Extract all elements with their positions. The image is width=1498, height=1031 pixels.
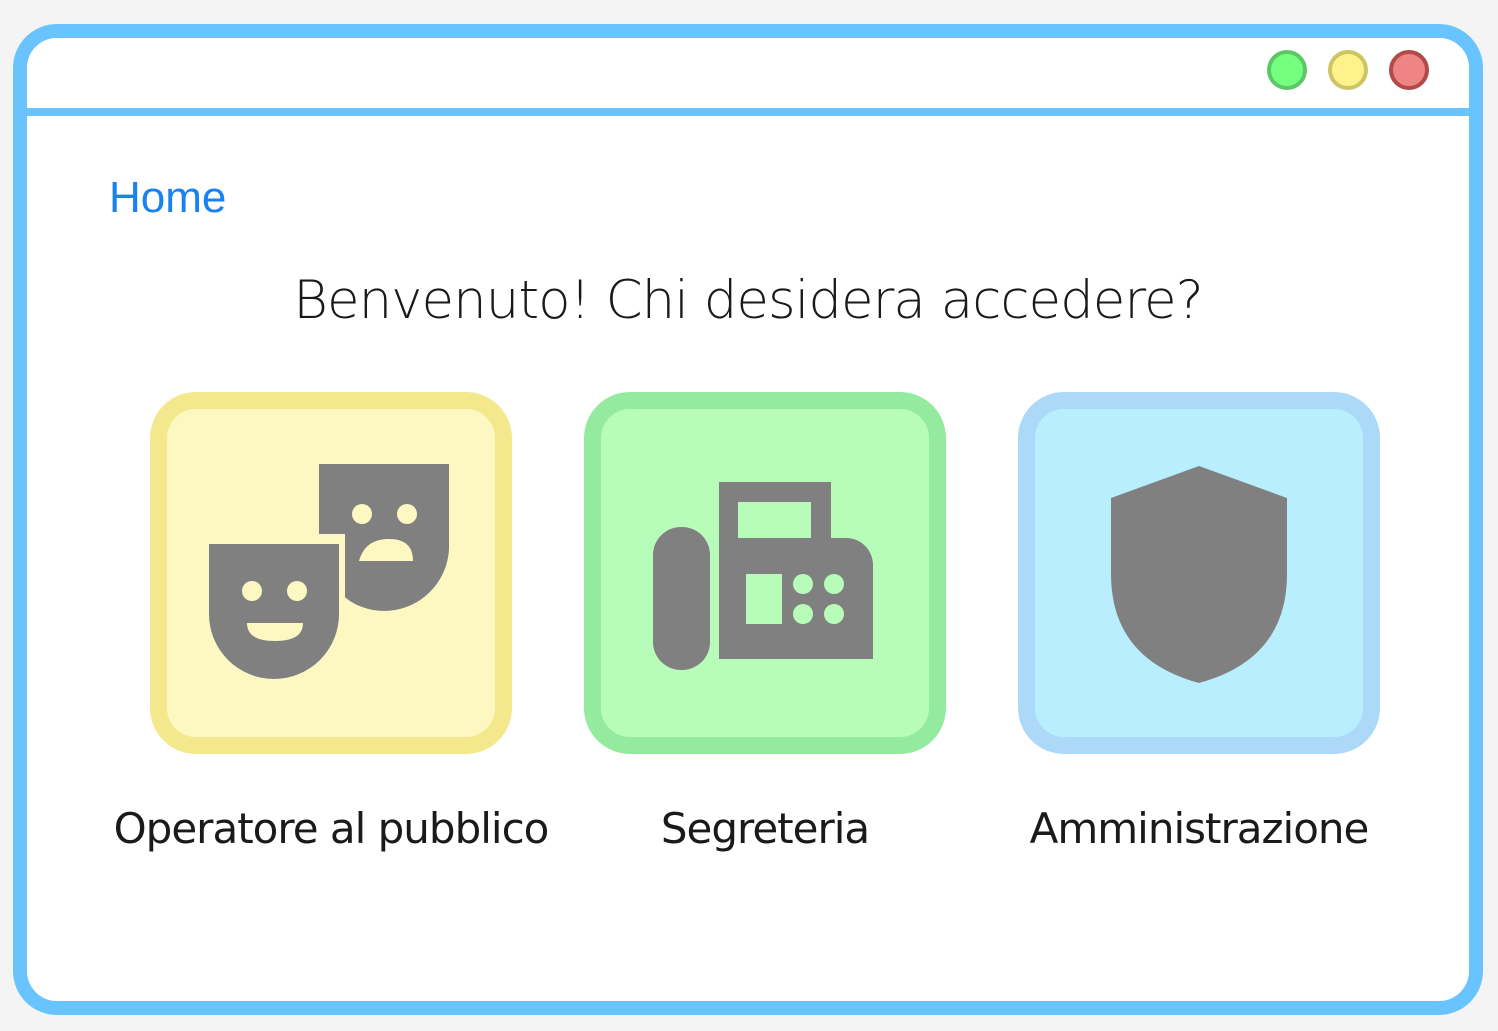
page-title: Benvenuto! Chi desidera accedere? — [293, 270, 1203, 331]
secretary-card[interactable] — [584, 392, 946, 754]
maximize-button[interactable] — [1267, 50, 1307, 90]
theater-masks-icon — [209, 464, 449, 679]
app-window: Home Benvenuto! Chi desidera accedere? O… — [13, 24, 1483, 1015]
breadcrumb-home-link[interactable]: Home — [109, 176, 226, 220]
admin-card[interactable] — [1018, 392, 1380, 754]
title-bar — [27, 38, 1469, 116]
fax-icon — [653, 482, 873, 670]
operator-card[interactable] — [150, 392, 512, 754]
close-button[interactable] — [1389, 50, 1429, 90]
operator-label[interactable]: Operatore al pubblico — [91, 808, 571, 850]
secretary-label[interactable]: Segreteria — [525, 808, 1005, 850]
minimize-button[interactable] — [1328, 50, 1368, 90]
admin-label[interactable]: Amministrazione — [959, 808, 1439, 850]
shield-icon — [1111, 466, 1287, 683]
